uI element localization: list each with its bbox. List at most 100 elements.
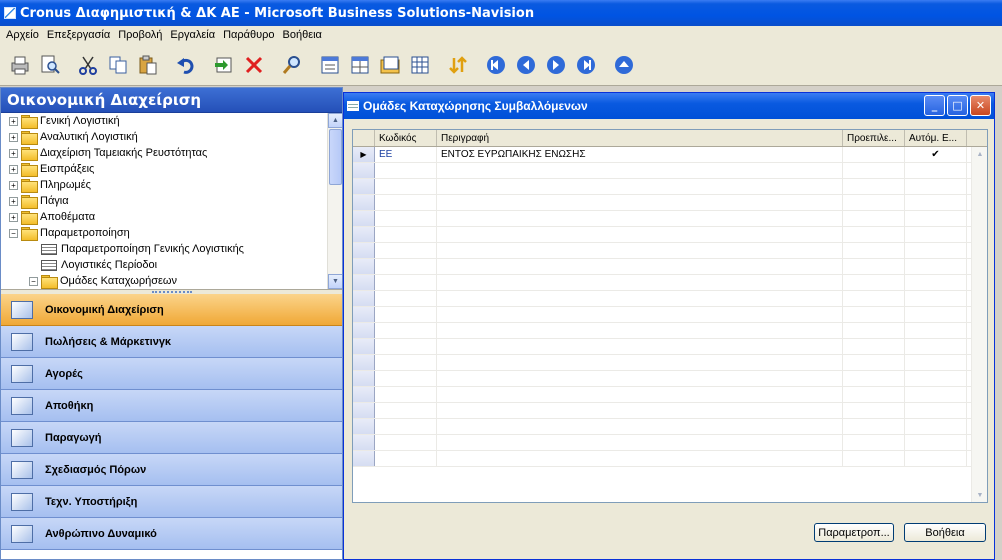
cell-code[interactable] xyxy=(375,323,437,338)
cell-default[interactable] xyxy=(843,243,905,258)
cell-default[interactable] xyxy=(843,403,905,418)
sort-icon[interactable] xyxy=(444,51,472,79)
cell-default[interactable] xyxy=(843,451,905,466)
copy-icon[interactable] xyxy=(104,51,132,79)
row-selector[interactable] xyxy=(353,275,375,290)
expand-icon[interactable]: + xyxy=(9,132,18,142)
form-icon[interactable] xyxy=(316,51,344,79)
column-header-auto[interactable]: Αυτόμ. Ε... xyxy=(905,130,967,146)
cell-default[interactable] xyxy=(843,179,905,194)
grid-scroll-up-icon[interactable]: ▲ xyxy=(972,147,987,162)
row-selector[interactable] xyxy=(353,163,375,178)
row-selector[interactable] xyxy=(353,291,375,306)
row-selector[interactable] xyxy=(353,419,375,434)
table-row[interactable] xyxy=(353,339,987,355)
insert-icon[interactable] xyxy=(210,51,238,79)
card-icon[interactable] xyxy=(376,51,404,79)
row-selector[interactable] xyxy=(353,211,375,226)
expand-icon[interactable]: + xyxy=(9,212,18,222)
up-icon[interactable] xyxy=(610,51,638,79)
tree-item[interactable]: + Αποθέματα xyxy=(1,209,342,225)
module-button[interactable]: Αποθήκη xyxy=(1,390,342,422)
cell-auto-checkbox[interactable] xyxy=(905,307,967,322)
expand-icon[interactable]: + xyxy=(9,196,18,206)
cell-auto-checkbox[interactable] xyxy=(905,259,967,274)
cell-auto-checkbox[interactable] xyxy=(905,211,967,226)
window-title-bar[interactable]: Ομάδες Καταχώρησης Συμβαλλόμενων xyxy=(344,93,994,119)
tree-item[interactable]: + Πάγια xyxy=(1,193,342,209)
module-button[interactable]: Αγορές xyxy=(1,358,342,390)
cell-description[interactable] xyxy=(437,259,843,274)
tree-item[interactable]: Παραμετροποίηση Γενικής Λογιστικής xyxy=(1,241,342,257)
grid-scrollbar[interactable]: ▲ ▼ xyxy=(971,147,987,502)
app-title-bar[interactable]: Cronus Διαφημιστική & ΔΚ ΑΕ - Microsoft … xyxy=(0,0,1002,26)
cell-code[interactable]: ΕΕ xyxy=(375,147,437,162)
table-row[interactable]: ▶ ΕΕ ΕΝΤΟΣ ΕΥΡΩΠΑΙΚΗΣ ΕΝΩΣΗΣ ✔ xyxy=(353,147,987,163)
print-icon[interactable] xyxy=(6,51,34,79)
table-row[interactable] xyxy=(353,243,987,259)
column-header-default[interactable]: Προεπιλε... xyxy=(843,130,905,146)
cell-default[interactable] xyxy=(843,211,905,226)
cell-code[interactable] xyxy=(375,195,437,210)
table-row[interactable] xyxy=(353,211,987,227)
cell-auto-checkbox[interactable] xyxy=(905,371,967,386)
menu-view[interactable]: Προβολή xyxy=(114,29,166,41)
tree-item[interactable]: + Διαχείριση Ταμειακής Ρευστότητας xyxy=(1,145,342,161)
print-preview-icon[interactable] xyxy=(36,51,64,79)
cell-code[interactable] xyxy=(375,451,437,466)
cell-description[interactable] xyxy=(437,371,843,386)
expand-icon[interactable]: + xyxy=(9,180,18,190)
cell-code[interactable] xyxy=(375,163,437,178)
table-row[interactable] xyxy=(353,227,987,243)
cell-auto-checkbox[interactable]: ✔ xyxy=(905,147,967,162)
delete-icon[interactable] xyxy=(240,51,268,79)
cell-code[interactable] xyxy=(375,243,437,258)
cell-description[interactable] xyxy=(437,211,843,226)
cell-auto-checkbox[interactable] xyxy=(905,163,967,178)
tree-scrollbar[interactable]: ▲ ▼ xyxy=(327,113,342,289)
cell-default[interactable] xyxy=(843,339,905,354)
module-button[interactable]: Παραγωγή xyxy=(1,422,342,454)
expand-icon[interactable]: + xyxy=(9,164,18,174)
column-header-code[interactable]: Κωδικός xyxy=(375,130,437,146)
table-row[interactable] xyxy=(353,435,987,451)
cell-default[interactable] xyxy=(843,291,905,306)
cell-description[interactable] xyxy=(437,451,843,466)
previous-icon[interactable] xyxy=(512,51,540,79)
cell-code[interactable] xyxy=(375,419,437,434)
cell-description[interactable] xyxy=(437,387,843,402)
column-header-description[interactable]: Περιγραφή xyxy=(437,130,843,146)
undo-icon[interactable] xyxy=(172,51,200,79)
cell-description[interactable]: ΕΝΤΟΣ ΕΥΡΩΠΑΙΚΗΣ ΕΝΩΣΗΣ xyxy=(437,147,843,162)
cell-description[interactable] xyxy=(437,291,843,306)
table-row[interactable] xyxy=(353,179,987,195)
cell-description[interactable] xyxy=(437,275,843,290)
last-icon[interactable] xyxy=(572,51,600,79)
first-icon[interactable] xyxy=(482,51,510,79)
scroll-thumb[interactable] xyxy=(329,129,342,185)
table-row[interactable] xyxy=(353,451,987,467)
table-row[interactable] xyxy=(353,403,987,419)
cell-code[interactable] xyxy=(375,259,437,274)
menu-edit[interactable]: Επεξεργασία xyxy=(43,29,114,41)
cell-auto-checkbox[interactable] xyxy=(905,451,967,466)
row-selector[interactable] xyxy=(353,195,375,210)
cell-default[interactable] xyxy=(843,387,905,402)
row-selector[interactable] xyxy=(353,355,375,370)
cell-code[interactable] xyxy=(375,355,437,370)
tree-item[interactable]: − Παραμετροποίηση xyxy=(1,225,342,241)
row-selector[interactable] xyxy=(353,179,375,194)
cell-auto-checkbox[interactable] xyxy=(905,179,967,194)
cell-code[interactable] xyxy=(375,403,437,418)
cell-auto-checkbox[interactable] xyxy=(905,403,967,418)
cell-default[interactable] xyxy=(843,371,905,386)
cell-auto-checkbox[interactable] xyxy=(905,323,967,338)
cell-code[interactable] xyxy=(375,227,437,242)
cut-icon[interactable] xyxy=(74,51,102,79)
cell-default[interactable] xyxy=(843,163,905,178)
cell-description[interactable] xyxy=(437,323,843,338)
module-button[interactable]: Οικονομική Διαχείριση xyxy=(1,294,342,326)
cell-auto-checkbox[interactable] xyxy=(905,419,967,434)
cell-auto-checkbox[interactable] xyxy=(905,339,967,354)
find-icon[interactable] xyxy=(278,51,306,79)
